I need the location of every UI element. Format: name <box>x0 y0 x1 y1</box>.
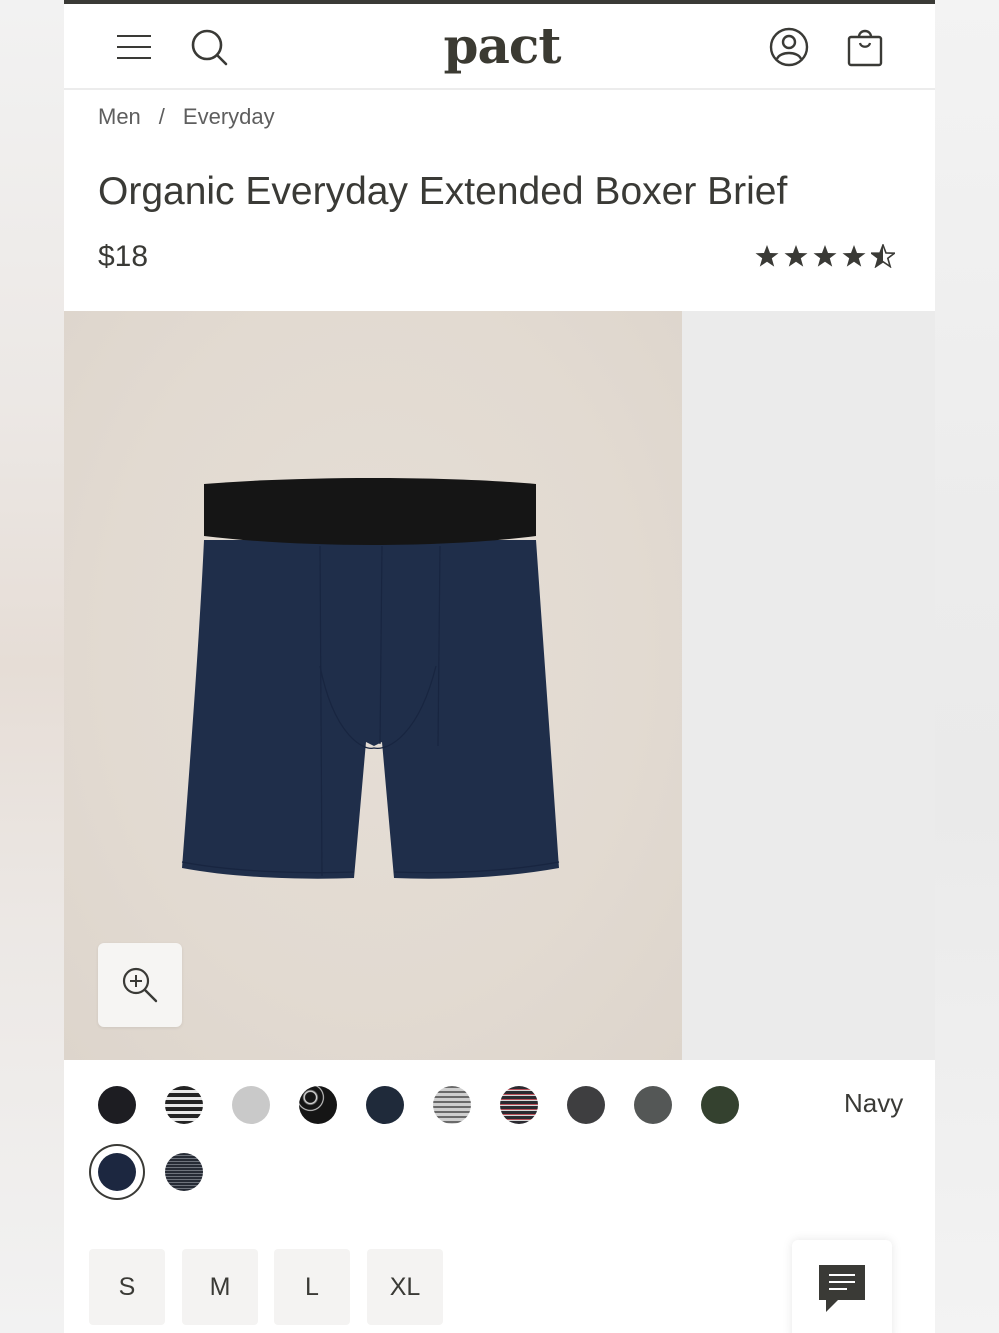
search-icon[interactable] <box>190 28 230 68</box>
background-left <box>0 0 64 1333</box>
chat-icon <box>819 1265 865 1312</box>
site-header: pact <box>64 4 935 90</box>
background-right <box>935 0 999 1333</box>
swatch-charcoal[interactable] <box>567 1086 605 1124</box>
chat-button[interactable] <box>792 1240 892 1333</box>
zoom-button[interactable] <box>98 943 182 1027</box>
zoom-in-icon <box>122 967 158 1003</box>
swatch-navy-stripe[interactable] <box>165 1153 203 1191</box>
size-option-s[interactable]: S <box>89 1249 165 1325</box>
hamburger-menu-icon[interactable] <box>116 34 152 60</box>
swatch-black-stripe[interactable] <box>165 1086 203 1124</box>
star-icon <box>784 245 808 267</box>
product-price: $18 <box>98 240 149 273</box>
swatch-light-gray[interactable] <box>232 1086 270 1124</box>
star-icon <box>842 245 866 267</box>
swatch-dark-navy[interactable] <box>366 1086 404 1124</box>
swatch-black-print[interactable] <box>299 1086 337 1124</box>
selected-color-name: Navy <box>844 1088 904 1118</box>
swatch-navy[interactable] <box>98 1153 136 1191</box>
swatch-gray-stripe[interactable] <box>433 1086 471 1124</box>
breadcrumb-item-men[interactable]: Men <box>98 104 141 134</box>
swatch-slate[interactable] <box>634 1086 672 1124</box>
size-option-xl[interactable]: XL <box>367 1249 443 1325</box>
pact-logo[interactable]: pact <box>432 14 572 78</box>
size-option-l[interactable]: L <box>274 1249 350 1325</box>
swatch-red-stripe[interactable] <box>500 1086 538 1124</box>
breadcrumb-separator: / <box>158 104 165 129</box>
swatch-black[interactable] <box>98 1086 136 1124</box>
product-media <box>64 311 935 1060</box>
swatch-forest-green[interactable] <box>701 1086 739 1124</box>
star-icon <box>755 245 779 267</box>
rating-stars[interactable] <box>755 244 895 268</box>
star-icon <box>813 245 837 267</box>
half-star-icon <box>871 244 895 268</box>
size-option-m[interactable]: M <box>182 1249 258 1325</box>
product-image[interactable] <box>64 311 682 1060</box>
account-user-icon[interactable] <box>768 26 810 68</box>
breadcrumb-item-everyday[interactable]: Everyday <box>183 104 275 134</box>
breadcrumb: Men / Everyday <box>98 104 275 134</box>
product-page: pact Men / Everyday Organic Everyday Ext… <box>64 0 935 1333</box>
shopping-bag-icon[interactable] <box>846 26 884 68</box>
product-title: Organic Everyday Extended Boxer Brief <box>98 170 788 213</box>
boxer-brief-image <box>181 478 560 879</box>
